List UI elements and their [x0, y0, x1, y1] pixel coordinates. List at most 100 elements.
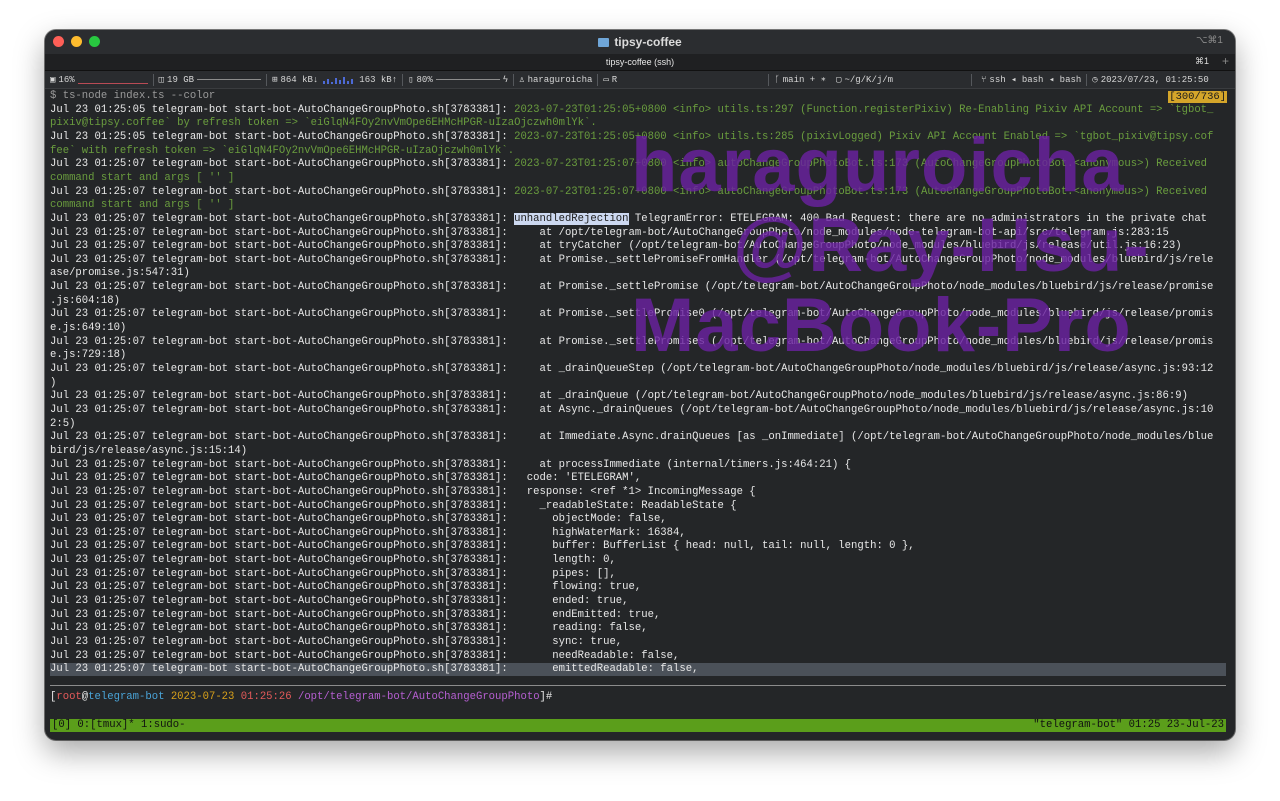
log-info-text: 2023-07-23T01:25:05+0800 <info> utils.ts…	[514, 103, 1214, 116]
log-text: $ ts-node index.ts --color	[50, 90, 216, 102]
log-line: )	[50, 377, 56, 391]
log-text: Jul 23 01:25:07 telegram-bot start-bot-A…	[50, 554, 616, 567]
display-icon: ▭	[603, 74, 609, 85]
prompt-path: /opt/telegram-bot/AutoChangeGroupPhoto	[297, 691, 540, 703]
log-line: Jul 23 01:25:07 telegram-bot start-bot-A…	[50, 254, 1213, 268]
log-line: Jul 23 01:25:07 telegram-bot start-bot-A…	[50, 186, 1207, 200]
disk-bar	[197, 79, 262, 80]
prompt-date: 2023-07-23	[170, 691, 235, 703]
cpu-widget: ▣ 16%	[45, 73, 154, 86]
log-line: Jul 23 01:25:07 telegram-bot start-bot-A…	[50, 336, 1213, 350]
log-prefix: Jul 23 01:25:07 telegram-bot start-bot-A…	[50, 185, 515, 198]
git-branch-value: main + ∗	[782, 74, 827, 85]
net-up-value: 163 kB↑	[359, 74, 398, 85]
log-info-text: 2023-07-23T01:25:07+0800 <info> autoChan…	[514, 158, 1208, 171]
log-text: 2:5)	[50, 417, 76, 430]
log-line: Jul 23 01:25:07 telegram-bot start-bot-A…	[50, 568, 616, 582]
log-text: .js:604:18)	[50, 294, 120, 307]
terminal-window: tipsy-coffee ⌥⌘1 tipsy-coffee (ssh) ⌘1 +…	[45, 30, 1235, 740]
log-line: .js:604:18)	[50, 295, 120, 309]
user-widget: ♙ haraguroicha	[514, 73, 599, 86]
battery-icon: ▯	[408, 74, 414, 85]
log-text: Jul 23 01:25:07 telegram-bot start-bot-A…	[50, 458, 852, 471]
display-widget: ▭ R	[598, 73, 770, 86]
user-icon: ♙	[519, 74, 525, 85]
tmux-windows[interactable]: [0] 0:[tmux]* 1:sudo-	[52, 719, 186, 732]
log-line: Jul 23 01:25:07 telegram-bot start-bot-A…	[50, 472, 641, 486]
log-text: Jul 23 01:25:07 telegram-bot start-bot-A…	[50, 281, 1214, 294]
terminal-output[interactable]: [300/736] $ ts-node index.ts --color Jul …	[45, 90, 1235, 730]
git-widget: ᚴ main + ∗	[769, 74, 831, 86]
log-text: Jul 23 01:25:07 telegram-bot start-bot-A…	[50, 567, 616, 580]
user-value: haraguroicha	[527, 74, 593, 85]
log-line: Jul 23 01:25:07 telegram-bot start-bot-A…	[50, 431, 1213, 445]
status-bar: ▣ 16% ◫ 19 GB ⊞ 864 kB↓ 163 kB↑ ▯ 80% ϟ …	[45, 71, 1235, 89]
title-bar[interactable]: tipsy-coffee ⌥⌘1	[45, 30, 1235, 54]
log-text: TelegramError: ETELEGRAM: 400 Bad Reques…	[628, 212, 1208, 225]
prompt-user: root	[56, 691, 82, 703]
battery-widget: ▯ 80% ϟ	[403, 73, 515, 86]
log-line: command start and args [ '' ]	[50, 199, 234, 213]
log-line: Jul 23 01:25:07 telegram-bot start-bot-A…	[50, 308, 1213, 322]
log-text: Jul 23 01:25:07 telegram-bot start-bot-A…	[50, 308, 1214, 321]
job-value: ssh ◂ bash ◂ bash	[989, 74, 1082, 85]
command-line: $ ts-node index.ts --color	[50, 90, 215, 104]
log-line: fee` with refresh token => `eiGlqN4FOy2n…	[50, 145, 514, 159]
log-text: Jul 23 01:25:07 telegram-bot start-bot-A…	[50, 390, 1188, 403]
prompt-time: 01:25:26	[240, 691, 292, 703]
log-line: Jul 23 01:25:07 telegram-bot start-bot-A…	[50, 636, 622, 650]
log-line: Jul 23 01:25:07 telegram-bot start-bot-A…	[50, 281, 1213, 295]
log-text: Jul 23 01:25:07 telegram-bot start-bot-A…	[50, 226, 1169, 239]
log-line: pixiv@tipsy.coffee` by refresh token => …	[50, 117, 597, 131]
log-text: )	[50, 376, 57, 389]
log-line: Jul 23 01:25:07 telegram-bot start-bot-A…	[50, 554, 616, 568]
window-title: tipsy-coffee	[598, 35, 682, 49]
log-line: Jul 23 01:25:07 telegram-bot start-bot-A…	[50, 527, 686, 541]
network-icon: ⊞	[272, 74, 278, 85]
log-line: Jul 23 01:25:07 telegram-bot start-bot-A…	[50, 500, 737, 514]
log-line: Jul 23 01:25:07 telegram-bot start-bot-A…	[50, 486, 756, 500]
log-line: Jul 23 01:25:07 telegram-bot start-bot-A…	[50, 622, 648, 636]
tab-ssh[interactable]: tipsy-coffee (ssh)	[606, 57, 674, 67]
log-line: Jul 23 01:25:07 telegram-bot start-bot-A…	[50, 227, 1169, 241]
zoom-button[interactable]	[89, 36, 100, 47]
log-text: Jul 23 01:25:07 telegram-bot start-bot-A…	[50, 663, 699, 676]
log-info-text: fee` with refresh token => `eiGlqN4FOy2n…	[50, 144, 515, 157]
git-branch-icon: ᚴ	[774, 74, 780, 85]
log-info-text: command start and args [ '' ]	[50, 199, 235, 212]
log-text: Jul 23 01:25:07 telegram-bot start-bot-A…	[50, 499, 737, 512]
log-line: Jul 23 01:25:05 telegram-bot start-bot-A…	[50, 131, 1213, 145]
minimize-button[interactable]	[71, 36, 82, 47]
prompt-close: ]#	[539, 691, 553, 703]
log-line: Jul 23 01:25:07 telegram-bot start-bot-A…	[50, 609, 660, 623]
log-text: Jul 23 01:25:07 telegram-bot start-bot-A…	[50, 253, 1214, 266]
log-info-text: 2023-07-23T01:25:07+0800 <info> autoChan…	[514, 185, 1208, 198]
log-text: Jul 23 01:25:07 telegram-bot start-bot-A…	[50, 472, 642, 485]
log-text: Jul 23 01:25:07 telegram-bot start-bot-A…	[50, 622, 648, 635]
new-tab-button[interactable]: +	[1222, 54, 1229, 68]
cwd-widget: ▢ ~/g/K/j/m	[831, 73, 973, 86]
log-line: Jul 23 01:25:07 telegram-bot start-bot-A…	[50, 240, 1182, 254]
cpu-icon: ▣	[50, 74, 56, 85]
log-line: Jul 23 01:25:07 telegram-bot start-bot-A…	[50, 540, 915, 554]
log-text: e.js:649:10)	[50, 322, 127, 335]
log-line: Jul 23 01:25:05 telegram-bot start-bot-A…	[50, 104, 1213, 118]
log-line: Jul 23 01:25:07 telegram-bot start-bot-A…	[50, 404, 1213, 418]
log-line: Jul 23 01:25:07 telegram-bot start-bot-A…	[50, 212, 1208, 227]
log-line: bird/js/release/async.js:15:14)	[50, 445, 247, 459]
shell-prompt[interactable]: [root@telegram-bot 2023-07-23 01:25:26 /…	[50, 691, 552, 703]
search-match-highlight[interactable]: unhandledRejection	[514, 212, 629, 225]
log-line: e.js:729:18)	[50, 349, 126, 363]
display-value: R	[611, 74, 618, 85]
log-line: Jul 23 01:25:07 telegram-bot start-bot-A…	[50, 459, 851, 473]
log-text: e.js:729:18)	[50, 349, 127, 362]
network-widget: ⊞ 864 kB↓ 163 kB↑	[267, 73, 404, 86]
close-button[interactable]	[53, 36, 64, 47]
log-line: Jul 23 01:25:07 telegram-bot start-bot-A…	[50, 595, 629, 609]
net-down-value: 864 kB↓	[280, 74, 319, 85]
pane-separator[interactable]	[50, 685, 1226, 686]
job-widget: ⑂ ssh ◂ bash ◂ bash	[976, 73, 1088, 86]
log-text: Jul 23 01:25:07 telegram-bot start-bot-A…	[50, 431, 1214, 444]
log-text: Jul 23 01:25:07 telegram-bot start-bot-A…	[50, 649, 680, 662]
log-line: Jul 23 01:25:07 telegram-bot start-bot-A…	[50, 650, 679, 664]
